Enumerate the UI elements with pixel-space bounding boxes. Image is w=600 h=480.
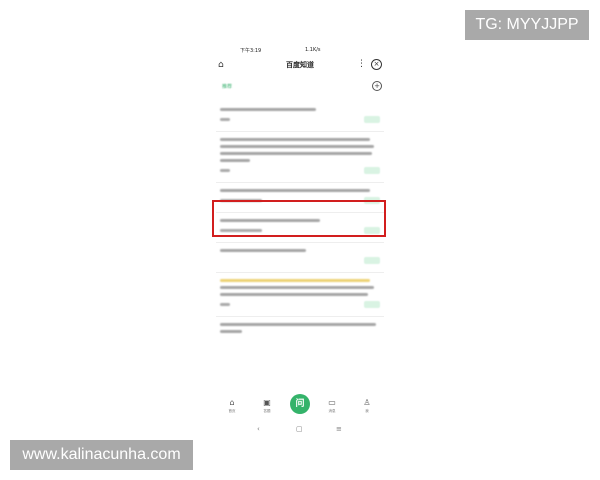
list-item[interactable]	[216, 323, 384, 333]
highlight-box	[212, 200, 386, 237]
answer-button[interactable]	[364, 116, 380, 123]
question-text-blurred	[220, 279, 370, 282]
add-icon[interactable]: +	[372, 81, 382, 91]
title-bar: ⌂ 百度知道 ⋮ ×	[210, 58, 390, 74]
list-item[interactable]	[216, 138, 384, 183]
nav-home[interactable]: ⌂ 首页	[222, 398, 242, 414]
question-text-blurred	[220, 330, 242, 333]
question-text-blurred	[220, 249, 306, 252]
question-text-blurred	[220, 293, 368, 296]
close-icon[interactable]: ×	[371, 59, 382, 70]
question-text-blurred	[220, 159, 250, 162]
question-text-blurred	[220, 138, 370, 141]
divider	[216, 242, 384, 243]
question-text-blurred	[220, 189, 370, 192]
answer-button[interactable]	[364, 301, 380, 308]
answer-icon: ▣	[263, 398, 271, 407]
back-icon[interactable]: ‹	[257, 425, 260, 433]
nav-profile[interactable]: ♙ 我	[357, 398, 377, 414]
item-meta	[216, 115, 384, 125]
nav-message[interactable]: ▭ 消息	[322, 398, 342, 414]
watermark-tg: TG: MYYJJPP	[465, 10, 589, 40]
item-meta	[216, 166, 384, 176]
question-text-blurred	[220, 323, 376, 326]
ask-button[interactable]: 问	[290, 394, 310, 414]
item-subtext-blurred	[220, 118, 230, 121]
list-item[interactable]	[216, 279, 384, 317]
phone-screen: 下午3:19 1.1K/s ⌂ 百度知道 ⋮ × 推荐 + ⌂ 首页 ▣ 答题 …	[210, 40, 390, 440]
home-icon: ⌂	[229, 398, 235, 407]
nav-answer[interactable]: ▣ 答题	[257, 398, 277, 414]
divider	[216, 316, 384, 317]
status-bar: 下午3:19 1.1K/s	[210, 44, 390, 56]
question-text-blurred	[220, 286, 374, 289]
divider	[216, 182, 384, 183]
bottom-nav: ⌂ 首页 ▣ 答题 问 ▭ 消息 ♙ 我	[210, 394, 390, 420]
watermark-site: www.kalinacunha.com	[10, 440, 193, 470]
question-text-blurred	[220, 108, 316, 111]
status-network-speed: 1.1K/s	[305, 47, 321, 53]
status-time: 下午3:19	[240, 48, 262, 54]
divider	[216, 131, 384, 132]
more-icon[interactable]: ⋮	[357, 59, 366, 69]
system-nav: ‹ ▢ ≡	[210, 424, 390, 436]
list-item[interactable]	[216, 249, 384, 273]
item-subtext-blurred	[220, 169, 230, 172]
profile-icon: ♙	[363, 398, 371, 407]
nav-message-label: 消息	[328, 409, 336, 413]
home-square-icon[interactable]: ▢	[296, 425, 303, 433]
item-subtext-blurred	[220, 303, 230, 306]
divider	[216, 272, 384, 273]
tab-recommend[interactable]: 推荐	[222, 83, 232, 90]
list-item[interactable]	[216, 108, 384, 132]
answer-button[interactable]	[364, 167, 380, 174]
item-meta	[216, 300, 384, 310]
question-text-blurred	[220, 152, 372, 155]
menu-icon[interactable]: ≡	[336, 425, 342, 433]
question-text-blurred	[220, 145, 374, 148]
nav-profile-label: 我	[365, 409, 369, 413]
tab-row: 推荐 +	[210, 80, 390, 94]
nav-answer-label: 答题	[263, 409, 271, 413]
answer-button[interactable]	[364, 257, 380, 264]
item-meta	[216, 256, 384, 266]
nav-home-label: 首页	[228, 409, 236, 413]
message-icon: ▭	[328, 398, 336, 407]
